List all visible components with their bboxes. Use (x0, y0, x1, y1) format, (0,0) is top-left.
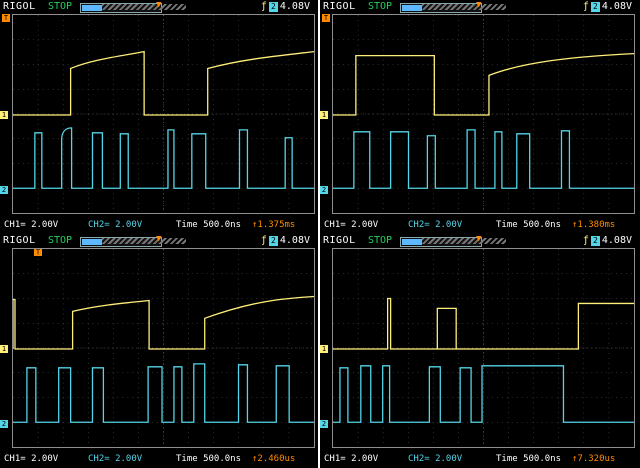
trigger-edge-icon: ƒ (582, 235, 589, 246)
memory-window-icon (82, 5, 102, 11)
screen-4: RIGOL STOP ▼ ƒ 2 4.08V 1 2 CH1= 2.00V CH2=… (320, 234, 640, 468)
brand-label: RIGOL (3, 1, 36, 12)
status-bar: CH1= 2.00V CH2= 2.00V Time 500.0ns ↑1.37… (0, 216, 318, 234)
ch1-marker-icon: 1 (0, 111, 8, 119)
status-bar: CH1= 2.00V CH2= 2.00V Time 500.0ns ↑7.32… (320, 450, 640, 468)
trigger-level: 4.08V (279, 1, 310, 12)
brand-label: RIGOL (323, 235, 356, 246)
trigger-edge-icon: ƒ (260, 1, 267, 12)
plot-area[interactable] (332, 14, 635, 214)
wave-overview-icon (102, 238, 186, 244)
trigger-level: 4.08V (601, 235, 632, 246)
trigger-marker-icon: T (322, 14, 330, 22)
run-state[interactable]: STOP (368, 1, 392, 12)
ch2-scale: CH2= 2.00V (88, 454, 143, 464)
time-base: Time 500.0ns (496, 454, 562, 464)
ch2-scale: CH2= 2.00V (408, 220, 463, 230)
time-base: Time 500.0ns (176, 220, 242, 230)
brand-label: RIGOL (3, 235, 36, 246)
status-bar: CH1= 2.00V CH2= 2.00V Time 500.0ns ↑1.38… (320, 216, 640, 234)
screen-3: RIGOL STOP ▼ ƒ 2 4.08V T 1 2 CH1= 2.00V CH… (0, 234, 320, 468)
trigger-position-icon: ▼ (476, 0, 482, 10)
time-base: Time 500.0ns (176, 454, 242, 464)
top-bar: RIGOL STOP ▼ ƒ 2 4.08V (0, 0, 318, 14)
ch1-scale: CH1= 2.00V (324, 454, 379, 464)
brand-label: RIGOL (323, 1, 356, 12)
waveform-svg (333, 249, 634, 447)
trigger-channel: 2 (268, 236, 278, 246)
ch2-scale: CH2= 2.00V (88, 220, 143, 230)
trigger-info: ƒ 2 4.08V (583, 1, 632, 12)
waveform-svg (13, 249, 314, 447)
ch1-marker-icon: 1 (320, 345, 328, 353)
channel-2-trace (333, 365, 634, 423)
oscilloscope-grid: RIGOL STOP ▼ ƒ 2 4.08V T 1 2 CH1= 2.00V CH… (0, 0, 640, 468)
ch1-scale: CH1= 2.00V (4, 454, 59, 464)
run-state[interactable]: STOP (48, 1, 72, 12)
ch2-scale: CH2= 2.00V (408, 454, 463, 464)
trigger-time: ↑2.460us (252, 454, 296, 464)
ch2-marker-icon: 2 (0, 186, 8, 194)
top-bar: RIGOL STOP ▼ ƒ 2 4.08V (320, 0, 640, 14)
ch1-marker-icon: 1 (320, 111, 328, 119)
trigger-info: ƒ 2 4.08V (583, 235, 632, 246)
ch1-marker-icon: 1 (0, 345, 8, 353)
trigger-info: ƒ 2 4.08V (261, 1, 310, 12)
trigger-level: 4.08V (279, 235, 310, 246)
trigger-channel: 2 (590, 2, 600, 12)
top-bar: RIGOL STOP ▼ ƒ 2 4.08V (0, 234, 318, 248)
trigger-position-icon: ▼ (156, 234, 162, 244)
ch2-marker-icon: 2 (0, 420, 8, 428)
plot-area[interactable] (12, 248, 315, 448)
trigger-channel: 2 (268, 2, 278, 12)
trigger-time: ↑7.320us (572, 454, 616, 464)
memory-window-icon (402, 239, 422, 245)
top-bar: RIGOL STOP ▼ ƒ 2 4.08V (320, 234, 640, 248)
ch2-marker-icon: 2 (320, 420, 328, 428)
screen-2: RIGOL STOP ▼ ƒ 2 4.08V T 1 2 CH1= 2.00V CH… (320, 0, 640, 234)
trigger-edge-icon: ƒ (260, 235, 267, 246)
wave-overview-icon (102, 4, 186, 10)
run-state[interactable]: STOP (368, 235, 392, 246)
trigger-channel: 2 (590, 236, 600, 246)
screen-1: RIGOL STOP ▼ ƒ 2 4.08V T 1 2 CH1= 2.00V CH… (0, 0, 320, 234)
memory-window-icon (402, 5, 422, 11)
wave-overview-icon (422, 4, 506, 10)
memory-window-icon (82, 239, 102, 245)
waveform-svg (333, 15, 634, 213)
trigger-info: ƒ 2 4.08V (261, 235, 310, 246)
waveform-svg (13, 15, 314, 213)
trigger-time: ↑1.375ms (252, 220, 296, 230)
trigger-edge-icon: ƒ (582, 1, 589, 12)
trigger-time: ↑1.380ms (572, 220, 616, 230)
run-state[interactable]: STOP (48, 235, 72, 246)
ch1-scale: CH1= 2.00V (324, 220, 379, 230)
status-bar: CH1= 2.00V CH2= 2.00V Time 500.0ns ↑2.46… (0, 450, 318, 468)
trigger-level: 4.08V (601, 1, 632, 12)
trigger-marker-icon: T (2, 14, 10, 22)
plot-area[interactable] (332, 248, 635, 448)
ch1-scale: CH1= 2.00V (4, 220, 59, 230)
ch2-marker-icon: 2 (320, 186, 328, 194)
time-base: Time 500.0ns (496, 220, 562, 230)
wave-overview-icon (422, 238, 506, 244)
trigger-position-icon: ▼ (156, 0, 162, 10)
plot-area[interactable] (12, 14, 315, 214)
trigger-position-icon: ▼ (476, 234, 482, 244)
